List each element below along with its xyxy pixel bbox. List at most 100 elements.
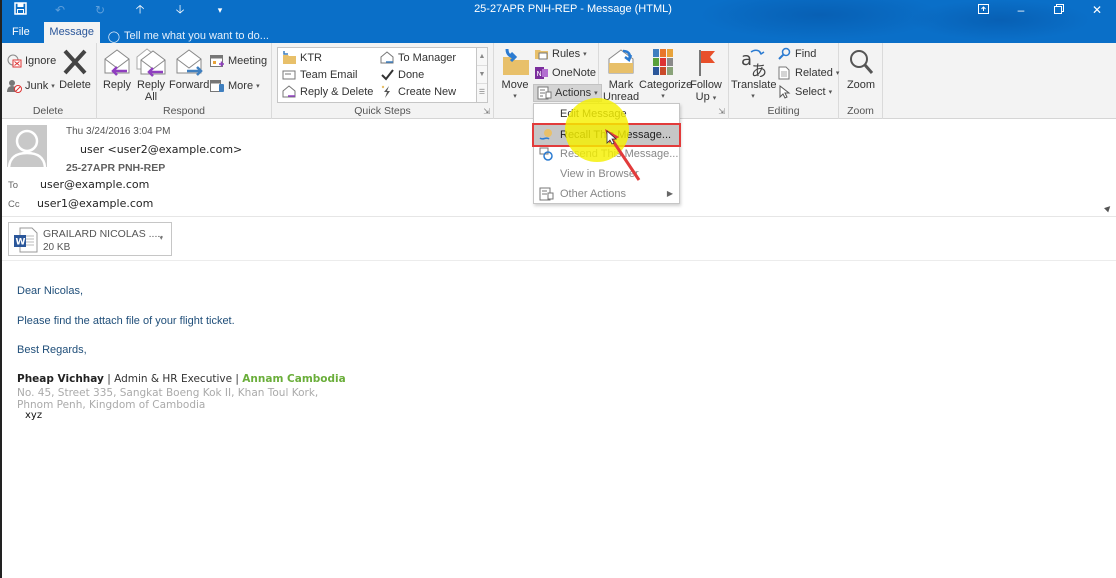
message-sender[interactable]: user <user2@example.com> xyxy=(80,143,242,156)
scroll-down-icon[interactable]: ▼ xyxy=(477,66,487,84)
ignore-button[interactable]: Ignore xyxy=(7,54,56,68)
find-button[interactable]: Find xyxy=(777,47,816,61)
to-recipient[interactable]: user@example.com xyxy=(40,178,149,191)
other-actions-icon xyxy=(539,187,554,201)
close-icon[interactable]: ✕ xyxy=(1078,3,1116,17)
select-cursor-icon xyxy=(777,84,792,99)
quick-steps-group-label: Quick Steps xyxy=(354,105,411,117)
expand-header-icon[interactable]: ▲ xyxy=(1101,201,1116,216)
message-subject: 25-27APR PNH-REP xyxy=(66,162,166,174)
tags-launcher-icon[interactable]: ⇲ xyxy=(718,107,725,116)
submenu-arrow-icon: ▶ xyxy=(666,189,673,198)
follow-up-dropdown-caret: ▾ xyxy=(712,95,717,102)
quick-step-done[interactable]: Done xyxy=(380,68,424,82)
rules-dropdown-caret: ▾ xyxy=(583,51,587,58)
body-extra-text: xyz xyxy=(25,410,47,421)
reply-button[interactable]: Reply xyxy=(100,47,134,91)
annotation-arrow-icon xyxy=(605,129,641,181)
window-edge xyxy=(0,0,2,578)
delete-group: Ignore Junk ▾ Delete Delete xyxy=(0,43,97,119)
recall-icon xyxy=(539,128,554,142)
body-greeting: Dear Nicolas, xyxy=(17,285,84,297)
title-bar: ↶ ↻ 🡡 🡣 ▾ 25-27APR PNH-REP - Message (HT… xyxy=(0,0,1116,43)
quick-step-team-email[interactable]: Team Email xyxy=(282,68,357,82)
checkmark-icon xyxy=(380,68,395,82)
delete-group-label: Delete xyxy=(32,105,64,117)
onenote-icon: N xyxy=(534,66,549,80)
related-button[interactable]: Related ▾ xyxy=(777,66,839,80)
select-button[interactable]: Select ▾ xyxy=(777,84,832,99)
junk-button[interactable]: Junk ▾ xyxy=(7,79,55,93)
follow-up-button[interactable]: Follow Up ▾ xyxy=(687,47,725,105)
quick-steps-gallery: KTR Team Email Reply & Delete To Manager xyxy=(277,47,477,103)
more-respond-button[interactable]: More ▾ xyxy=(210,79,260,93)
delete-x-icon xyxy=(59,47,91,77)
ribbon-display-options-icon[interactable] xyxy=(964,3,1002,17)
move-button[interactable]: Move ▾ xyxy=(498,47,532,103)
mark-unread-button[interactable]: Mark Unread xyxy=(603,47,639,103)
quick-step-create-new[interactable]: Create New xyxy=(380,85,456,99)
respond-group: Reply Reply All Forward Meeting More ▾ R… xyxy=(97,43,272,119)
cc-recipient[interactable]: user1@example.com xyxy=(37,197,153,210)
translate-button[interactable]: aあ Translate ▾ xyxy=(731,47,776,103)
tab-message[interactable]: Message xyxy=(43,22,100,43)
zoom-group-label: Zoom xyxy=(847,105,874,117)
actions-icon xyxy=(537,86,552,100)
window-title: 25-27APR PNH-REP - Message (HTML) xyxy=(474,3,672,15)
more-dropdown-caret: ▾ xyxy=(256,83,260,90)
rules-button[interactable]: Rules ▾ xyxy=(534,47,587,61)
quick-steps-scroll[interactable]: ▲ ▼ ☰ xyxy=(477,47,488,103)
menu-item-other-actions[interactable]: Other Actions ▶ xyxy=(534,184,679,204)
forward-button[interactable]: Forward xyxy=(169,47,209,91)
body-divider xyxy=(0,260,1116,261)
reply-all-button[interactable]: Reply All xyxy=(134,47,168,103)
tab-file[interactable]: File xyxy=(0,22,42,43)
to-manager-icon xyxy=(380,51,395,65)
translate-dropdown-caret: ▾ xyxy=(751,93,755,100)
move-dropdown-caret: ▾ xyxy=(513,93,517,100)
junk-dropdown-caret: ▾ xyxy=(51,83,55,90)
minimize-icon[interactable]: – xyxy=(1002,3,1040,17)
quick-steps-launcher-icon[interactable]: ⇲ xyxy=(483,107,490,116)
magnifier-icon xyxy=(845,47,877,77)
restore-icon[interactable] xyxy=(1040,3,1078,17)
body-closing: Best Regards, xyxy=(17,344,87,356)
attachment-dropdown-caret[interactable]: ▾ xyxy=(159,234,163,242)
signature-company: Annam Cambodia xyxy=(242,373,346,385)
move-folder-icon xyxy=(499,47,531,77)
meeting-icon xyxy=(210,54,225,68)
svg-text:あ: あ xyxy=(751,61,767,77)
actions-button[interactable]: Actions ▾ xyxy=(533,84,602,102)
signature-line: Pheap Vichhay | Admin & HR Executive | A… xyxy=(17,373,346,385)
quick-step-ktr[interactable]: KTR xyxy=(282,51,322,65)
quick-step-reply-delete[interactable]: Reply & Delete xyxy=(282,85,373,99)
sender-avatar xyxy=(7,125,47,167)
related-icon xyxy=(777,66,792,80)
forward-icon xyxy=(173,47,205,77)
attachment-name: GRAILARD NICOLAS ..... xyxy=(43,228,164,240)
categorize-button[interactable]: Categorize ▾ xyxy=(639,47,692,103)
gallery-expand-icon[interactable]: ☰ xyxy=(477,84,487,102)
translate-icon: aあ xyxy=(737,47,769,80)
cc-label: Cc xyxy=(8,199,20,210)
scroll-up-icon[interactable]: ▲ xyxy=(477,48,487,66)
onenote-button[interactable]: N OneNote xyxy=(534,66,596,80)
meeting-button[interactable]: Meeting xyxy=(210,54,267,68)
to-label: To xyxy=(8,180,19,191)
tell-me-search[interactable]: ◯ Tell me what you want to do... xyxy=(100,26,277,43)
svg-text:N: N xyxy=(537,70,542,78)
editing-group: aあ Translate ▾ Find Related ▾ Select ▾ E… xyxy=(729,43,839,119)
quick-step-to-manager[interactable]: To Manager xyxy=(380,51,456,65)
word-document-icon: W xyxy=(14,227,38,253)
folder-move-icon xyxy=(282,51,297,65)
delete-button[interactable]: Delete xyxy=(58,47,92,91)
zoom-button[interactable]: Zoom xyxy=(843,47,879,91)
message-date: Thu 3/24/2016 3:04 PM xyxy=(66,126,171,137)
ignore-icon xyxy=(7,54,22,68)
attachment-card[interactable]: W GRAILARD NICOLAS ..... 20 KB ▾ xyxy=(8,222,172,256)
tell-me-placeholder: Tell me what you want to do... xyxy=(124,30,269,42)
lightning-icon xyxy=(380,85,395,99)
quick-steps-group: KTR Team Email Reply & Delete To Manager xyxy=(272,43,494,119)
menu-item-edit-message[interactable]: Edit Message xyxy=(534,104,679,124)
svg-text:W: W xyxy=(16,238,26,248)
